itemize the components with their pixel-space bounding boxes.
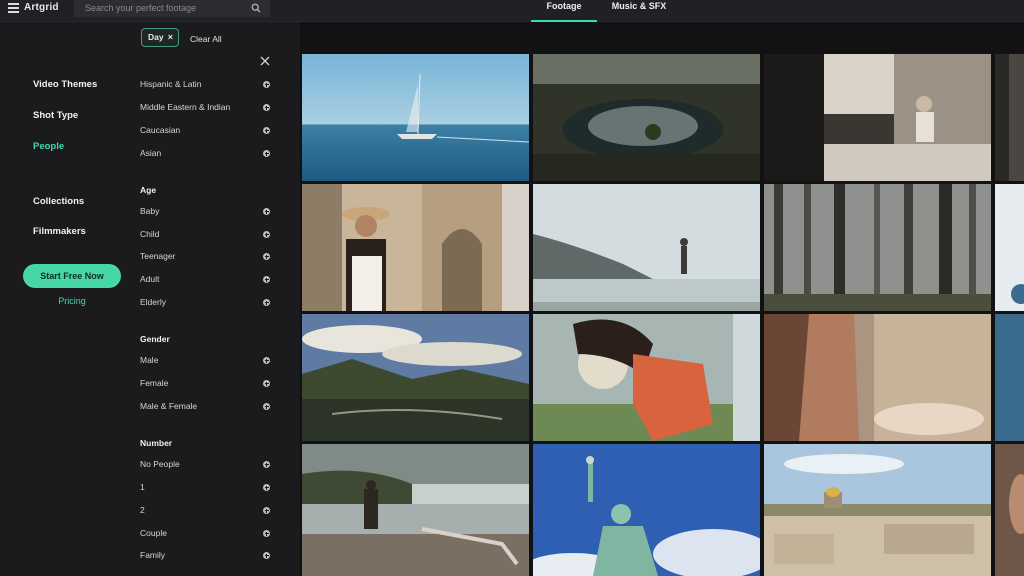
filter-option[interactable]: Teenager xyxy=(140,251,270,263)
tab-footage[interactable]: Footage xyxy=(531,1,597,22)
chip-label: Day xyxy=(148,32,164,42)
filter-group-number-title: Number xyxy=(140,438,173,448)
option-label: Hispanic & Latin xyxy=(140,79,202,89)
option-label: Child xyxy=(140,229,160,239)
option-label: Family xyxy=(140,550,166,560)
footage-thumbnail-woman-closeup[interactable] xyxy=(764,314,991,441)
filter-option[interactable]: Child xyxy=(140,229,270,241)
plus-circle-icon xyxy=(263,299,270,306)
option-label: Couple xyxy=(140,528,167,538)
footage-thumbnail-lake-island[interactable] xyxy=(533,54,760,181)
plus-circle-icon xyxy=(263,461,270,468)
nav-item-people[interactable]: People xyxy=(33,141,64,152)
footage-thumbnail-sailboat[interactable] xyxy=(302,54,529,181)
option-label: Caucasian xyxy=(140,125,181,135)
plus-circle-icon xyxy=(263,150,270,157)
footage-grid xyxy=(300,22,1024,576)
plus-circle-icon xyxy=(263,104,270,111)
option-label: 2 xyxy=(140,505,145,515)
filter-option[interactable]: Asian xyxy=(140,148,270,160)
pricing-link[interactable]: Pricing xyxy=(23,296,121,306)
filter-group-gender-title: Gender xyxy=(140,334,170,344)
filter-option[interactable]: Baby xyxy=(140,206,270,218)
filter-option[interactable]: 2 xyxy=(140,505,270,517)
footage-thumbnail-partial[interactable] xyxy=(995,314,1024,441)
nav-item-video-themes[interactable]: Video Themes xyxy=(33,79,97,90)
top-bar: Artgrid Footage Music & SFX xyxy=(0,0,1024,22)
plus-circle-icon xyxy=(263,208,270,215)
footage-thumbnail-partial[interactable] xyxy=(995,444,1024,576)
footage-thumbnail-jerusalem-city[interactable] xyxy=(764,444,991,576)
option-label: Adult xyxy=(140,274,160,284)
tab-music-sfx[interactable]: Music & SFX xyxy=(606,1,672,22)
footage-thumbnail-statue-of-liberty[interactable] xyxy=(533,444,760,576)
nav-item-collections[interactable]: Collections xyxy=(33,196,84,207)
option-label: Teenager xyxy=(140,251,176,261)
filter-option[interactable]: Hispanic & Latin xyxy=(140,79,270,91)
close-icon[interactable] xyxy=(259,55,271,67)
clear-all-button[interactable]: Clear All xyxy=(190,34,222,44)
close-icon[interactable]: × xyxy=(168,29,173,46)
footage-thumbnail-woman-hat-cathedral[interactable] xyxy=(302,184,529,311)
option-label: Elderly xyxy=(140,297,166,307)
start-free-now-button[interactable]: Start Free Now xyxy=(23,264,121,288)
footage-thumbnail-misty-forest[interactable] xyxy=(764,184,991,311)
option-label: No People xyxy=(140,459,180,469)
filter-option[interactable]: 1 xyxy=(140,482,270,494)
filter-option[interactable]: Elderly xyxy=(140,297,270,309)
plus-circle-icon xyxy=(263,231,270,238)
plus-circle-icon xyxy=(263,127,270,134)
plus-circle-icon xyxy=(263,357,270,364)
filter-option[interactable]: Adult xyxy=(140,274,270,286)
option-label: 1 xyxy=(140,482,145,492)
option-label: Male & Female xyxy=(140,401,198,411)
footage-thumbnail-mountain-lake[interactable] xyxy=(302,314,529,441)
filter-option[interactable]: Family xyxy=(140,550,270,562)
option-label: Male xyxy=(140,355,159,365)
filter-panel: Hispanic & Latin Middle Eastern & Indian… xyxy=(132,52,284,576)
filter-option[interactable]: Couple xyxy=(140,528,270,540)
filter-option[interactable]: Male xyxy=(140,355,270,367)
option-label: Asian xyxy=(140,148,162,158)
option-label: Baby xyxy=(140,206,160,216)
footage-thumbnail-woman-beach[interactable] xyxy=(533,184,760,311)
filter-option[interactable]: Female xyxy=(140,378,270,390)
plus-circle-icon xyxy=(263,552,270,559)
option-label: Female xyxy=(140,378,169,388)
search-input[interactable] xyxy=(85,2,245,14)
plus-circle-icon xyxy=(263,530,270,537)
option-label: Middle Eastern & Indian xyxy=(140,102,231,112)
plus-circle-icon xyxy=(263,253,270,260)
filter-option[interactable]: Middle Eastern & Indian xyxy=(140,102,270,114)
search-icon[interactable] xyxy=(251,3,261,13)
plus-circle-icon xyxy=(263,403,270,410)
footage-thumbnail-woman-sunlight[interactable] xyxy=(533,314,760,441)
footage-thumbnail-partial[interactable] xyxy=(995,54,1024,181)
logo[interactable]: Artgrid xyxy=(24,2,59,13)
filter-group-age-title: Age xyxy=(140,185,157,195)
plus-circle-icon xyxy=(263,507,270,514)
plus-circle-icon xyxy=(263,380,270,387)
footage-thumbnail-partial[interactable] xyxy=(995,184,1024,311)
footage-thumbnail-person-riverbank[interactable] xyxy=(302,444,529,576)
nav-item-shot-type[interactable]: Shot Type xyxy=(33,110,78,121)
filter-option[interactable]: Male & Female xyxy=(140,401,270,413)
plus-circle-icon xyxy=(263,81,270,88)
search-box xyxy=(74,0,270,17)
footage-thumbnail-woman-bedroom[interactable] xyxy=(764,54,991,181)
hamburger-icon[interactable] xyxy=(8,3,19,13)
nav-item-filmmakers[interactable]: Filmmakers xyxy=(33,226,86,237)
plus-circle-icon xyxy=(263,276,270,283)
filter-option[interactable]: No People xyxy=(140,459,270,471)
filter-option[interactable]: Caucasian xyxy=(140,125,270,137)
filter-chip-day[interactable]: Day × xyxy=(141,28,179,47)
plus-circle-icon xyxy=(263,484,270,491)
